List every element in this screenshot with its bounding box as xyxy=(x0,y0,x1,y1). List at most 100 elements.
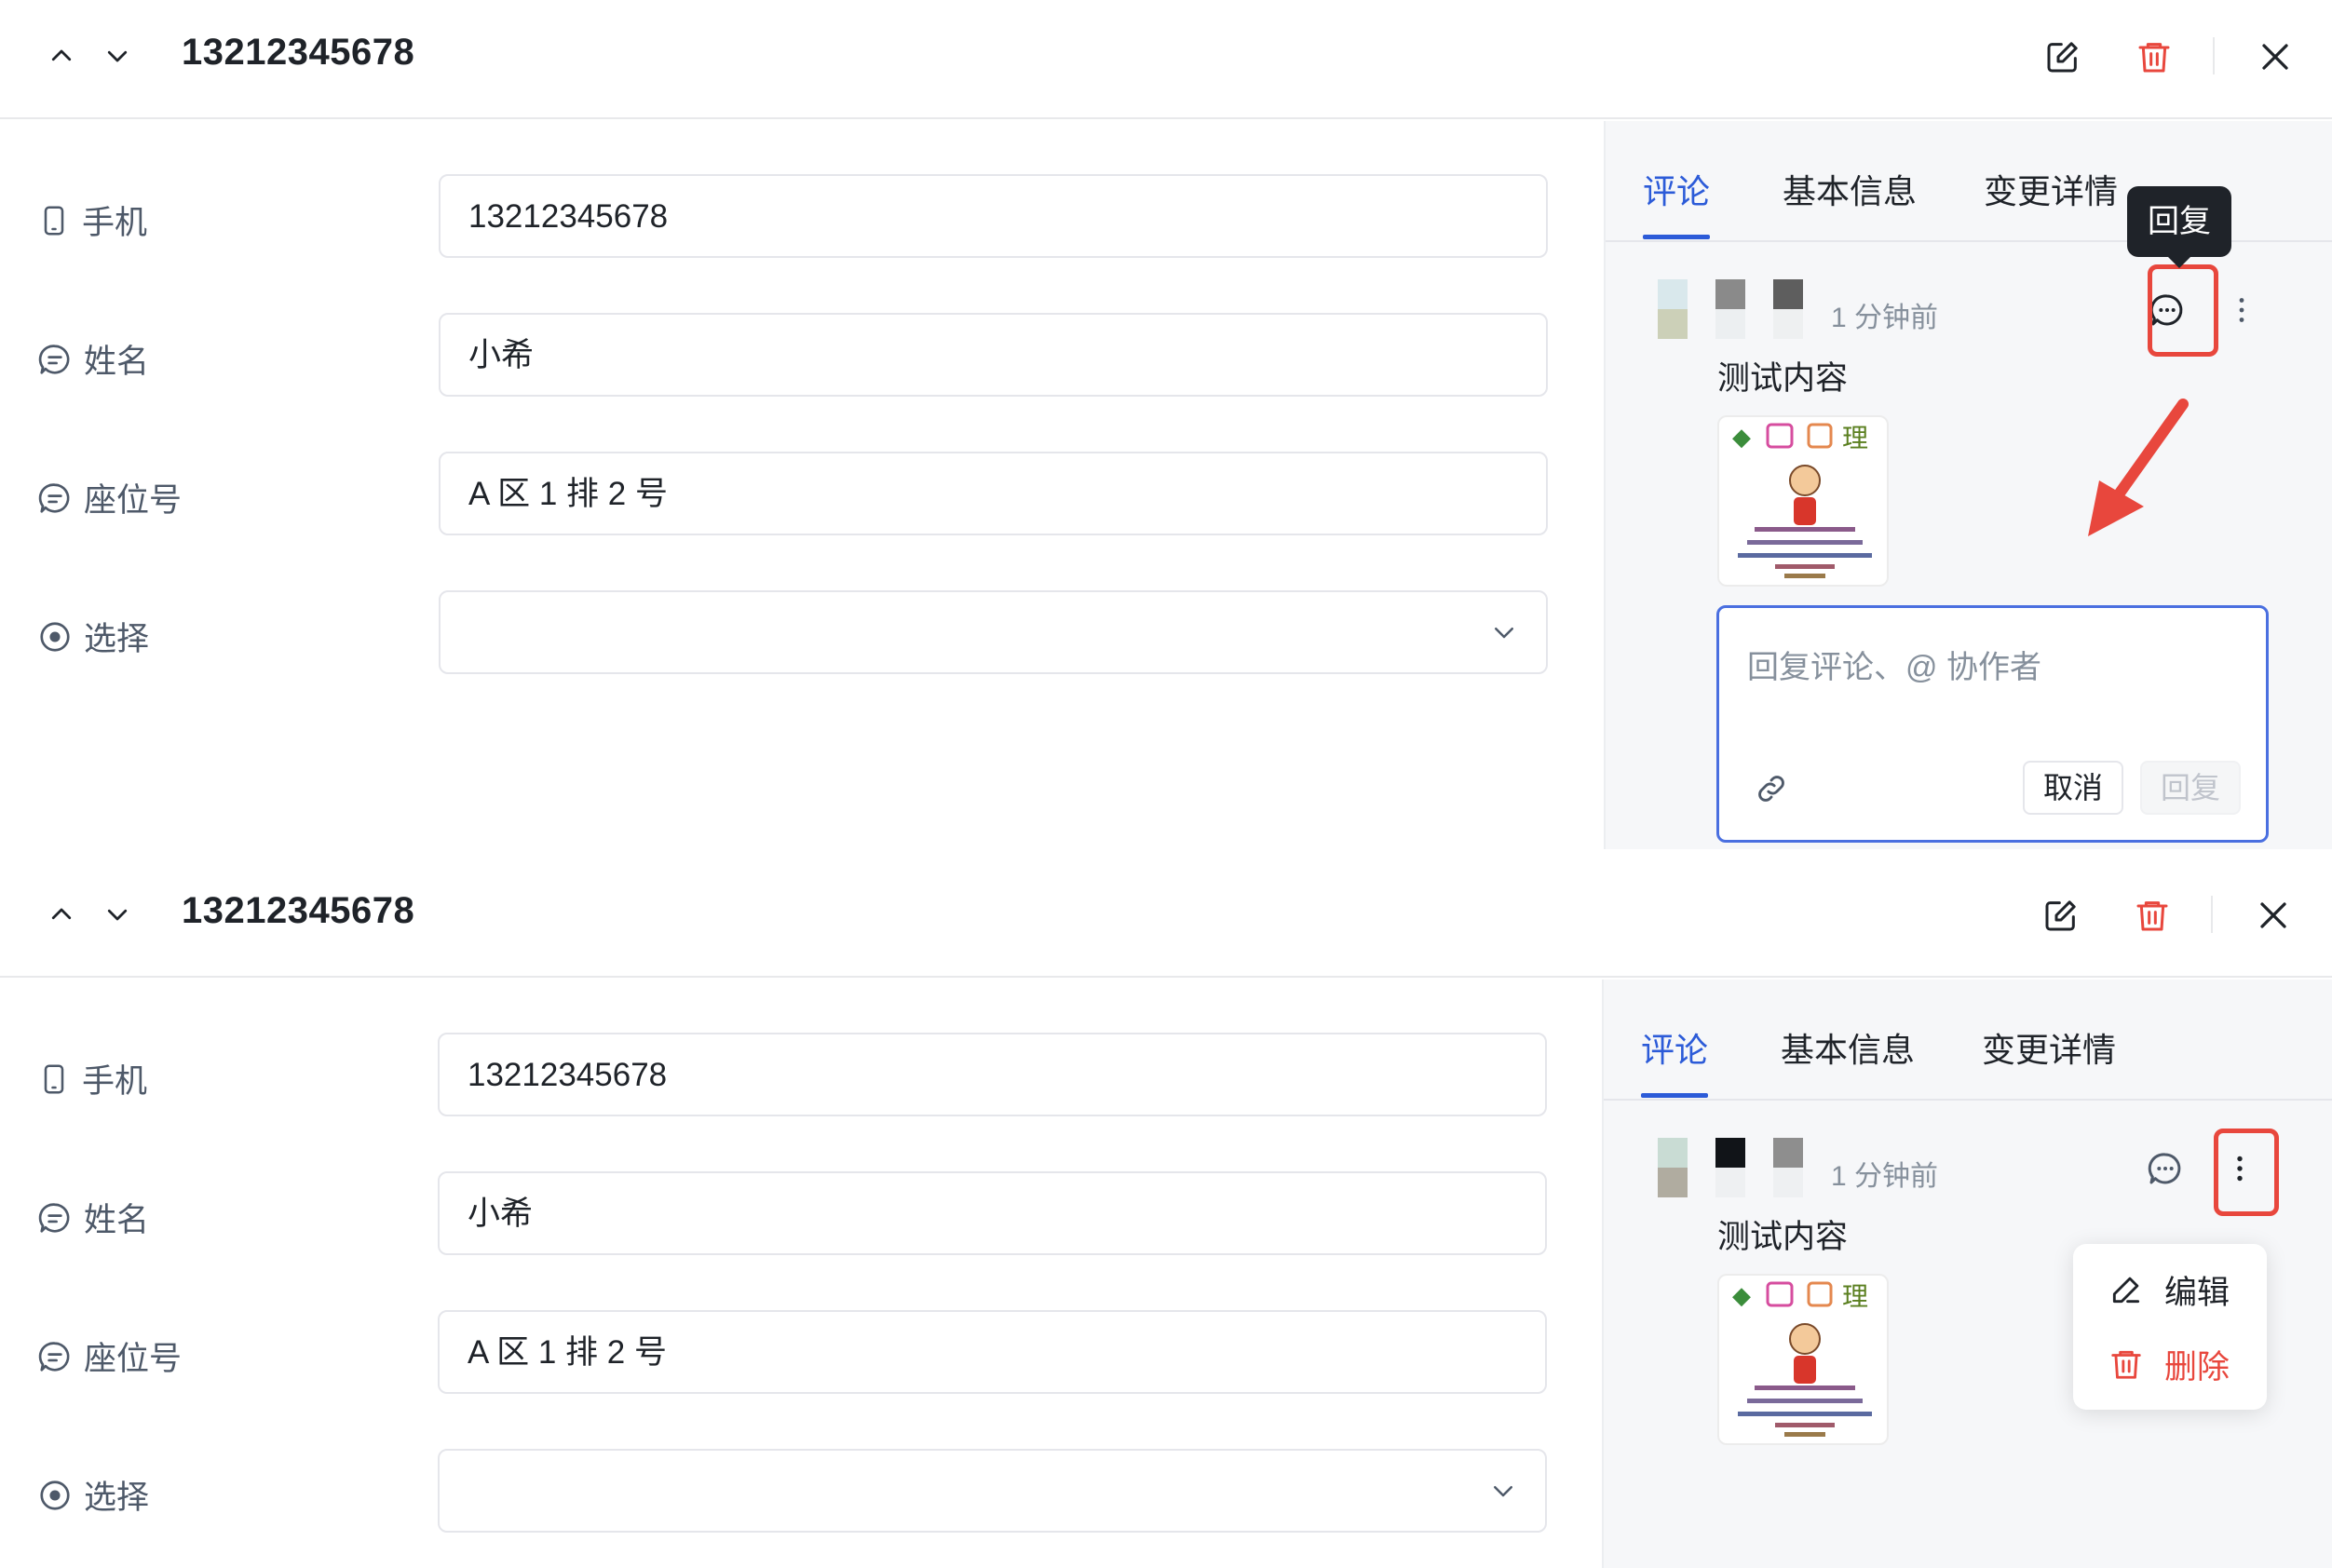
record-form: 手机 13212345678 姓名 小希 座位号 A 区 1 排 2 号 选择 xyxy=(0,121,1604,849)
tab-basic-info[interactable]: 基本信息 xyxy=(1783,173,1917,210)
field-phone: 手机 13212345678 xyxy=(0,174,1604,258)
name-input[interactable]: 小希 xyxy=(439,313,1548,397)
attach-button[interactable] xyxy=(1751,768,1792,809)
close-button[interactable] xyxy=(2252,894,2295,937)
more-vertical-icon xyxy=(2239,298,2244,322)
text-field-icon xyxy=(38,1202,70,1233)
text-field-icon xyxy=(38,344,70,374)
reply-button[interactable] xyxy=(2144,1147,2187,1190)
reply-box[interactable]: 回复评论、@ 协作者 取消 回复 xyxy=(1716,605,2269,843)
tab-comments[interactable]: 评论 xyxy=(1641,1032,1708,1069)
chevron-up-icon xyxy=(51,49,72,61)
more-options-highlight xyxy=(2214,1129,2279,1216)
close-icon xyxy=(2262,44,2288,70)
tab-basic-info[interactable]: 基本信息 xyxy=(1781,1032,1915,1069)
annotation-arrow-icon xyxy=(2088,399,2189,536)
chevron-down-icon xyxy=(1494,1486,1512,1497)
avatar xyxy=(1658,279,1825,341)
record-form: 手机 13212345678 姓名 小希 座位号 A 区 1 排 2 号 选择 xyxy=(0,980,1604,1568)
comment-action-menu: 编辑 删除 xyxy=(2073,1244,2267,1410)
field-seat: 座位号 A 区 1 排 2 号 xyxy=(0,452,1604,535)
reply-placeholder: 回复评论、@ 协作者 xyxy=(1747,650,2041,685)
seat-input[interactable]: A 区 1 排 2 号 xyxy=(439,452,1548,535)
cancel-button[interactable]: 取消 xyxy=(2023,761,2123,815)
field-select: 选择 xyxy=(0,590,1604,674)
seat-input[interactable]: A 区 1 排 2 号 xyxy=(438,1310,1547,1394)
active-tab-indicator xyxy=(1641,1093,1708,1098)
record-panel-menu: 13212345678 手机 13212345678 姓名 小希 座位号 A 区… xyxy=(0,858,2332,1568)
field-label: 座位号 xyxy=(84,1341,183,1377)
chevron-up-icon xyxy=(51,908,72,920)
next-record-button[interactable] xyxy=(99,37,136,74)
select-dropdown[interactable] xyxy=(439,590,1548,674)
phone-icon xyxy=(44,1063,64,1094)
phone-input[interactable]: 13212345678 xyxy=(439,174,1548,258)
tab-comments[interactable]: 评论 xyxy=(1643,173,1710,210)
comment-text: 测试内容 xyxy=(1717,360,1849,397)
menu-item-label: 删除 xyxy=(2164,1348,2230,1386)
text-field-icon xyxy=(38,482,70,513)
field-seat: 座位号 A 区 1 排 2 号 xyxy=(0,1310,1604,1394)
field-name: 姓名 小希 xyxy=(0,313,1604,397)
menu-item-delete[interactable]: 删除 xyxy=(2073,1331,2267,1397)
comment-image[interactable]: ◆ 理 xyxy=(1717,1274,1889,1445)
text-field-icon xyxy=(38,1341,70,1372)
record-title: 13212345678 xyxy=(182,890,415,931)
chevron-down-icon xyxy=(107,909,128,921)
side-tabs: 评论 基本信息 变更详情 xyxy=(1604,980,2332,1101)
trash-icon xyxy=(2138,43,2170,73)
comment-text: 测试内容 xyxy=(1717,1219,1849,1255)
field-select: 选择 xyxy=(0,1449,1604,1533)
delete-record-button[interactable] xyxy=(2133,35,2176,78)
prev-record-button[interactable] xyxy=(43,37,80,74)
phone-input[interactable]: 13212345678 xyxy=(438,1033,1547,1116)
avatar xyxy=(1658,1138,1825,1199)
select-dropdown[interactable] xyxy=(438,1449,1547,1533)
comment-image[interactable]: ◆ 理 xyxy=(1717,415,1889,587)
tab-change-details[interactable]: 变更详情 xyxy=(1982,1032,2116,1069)
trash-icon xyxy=(2111,1350,2141,1379)
reply-button-highlight xyxy=(2148,264,2218,357)
comment-reply-icon xyxy=(2148,1153,2181,1184)
close-button[interactable] xyxy=(2254,35,2297,78)
field-label: 姓名 xyxy=(84,344,150,380)
sticker-image-icon: ◆ 理 xyxy=(1732,1281,1872,1437)
radio-select-icon xyxy=(40,621,70,652)
reply-tooltip: 回复 xyxy=(2127,186,2231,268)
more-options-button[interactable] xyxy=(2220,289,2263,331)
record-panel-reply: 13212345678 手机 13212345678 姓名 小希 座位号 A 区… xyxy=(0,0,2332,849)
edit-record-icon xyxy=(2045,900,2076,931)
name-input[interactable]: 小希 xyxy=(438,1171,1547,1255)
close-icon xyxy=(2260,902,2286,928)
record-header: 13212345678 xyxy=(0,0,2332,119)
next-record-button[interactable] xyxy=(99,896,136,933)
field-label: 选择 xyxy=(84,1480,150,1516)
record-title: 13212345678 xyxy=(182,32,415,73)
field-phone: 手机 13212345678 xyxy=(0,1033,1604,1116)
edit-record-icon xyxy=(2047,42,2078,73)
field-label: 手机 xyxy=(82,1063,148,1100)
edit-record-button[interactable] xyxy=(2041,35,2084,78)
record-header: 13212345678 xyxy=(0,858,2332,978)
field-name: 姓名 小希 xyxy=(0,1171,1604,1255)
active-tab-indicator xyxy=(1643,235,1710,239)
field-label: 姓名 xyxy=(84,1202,150,1238)
chevron-down-icon xyxy=(1495,628,1513,639)
submit-reply-button[interactable]: 回复 xyxy=(2140,761,2241,815)
svg-text:理: 理 xyxy=(1842,1281,1868,1312)
header-divider xyxy=(2211,896,2213,933)
tab-change-details[interactable]: 变更详情 xyxy=(1984,173,2118,210)
field-label: 选择 xyxy=(84,621,150,657)
svg-text:◆: ◆ xyxy=(1732,1282,1751,1310)
field-label: 座位号 xyxy=(84,482,183,519)
link-icon xyxy=(1758,776,1784,802)
edit-record-button[interactable] xyxy=(2040,894,2082,937)
sticker-image-icon: ◆ 理 xyxy=(1732,423,1872,578)
delete-record-button[interactable] xyxy=(2131,894,2174,937)
header-divider xyxy=(2213,37,2215,74)
prev-record-button[interactable] xyxy=(43,896,80,933)
menu-item-label: 编辑 xyxy=(2164,1274,2230,1311)
menu-item-edit[interactable]: 编辑 xyxy=(2073,1257,2267,1322)
phone-icon xyxy=(44,205,64,236)
comment-time: 1 分钟前 xyxy=(1831,1161,1939,1192)
